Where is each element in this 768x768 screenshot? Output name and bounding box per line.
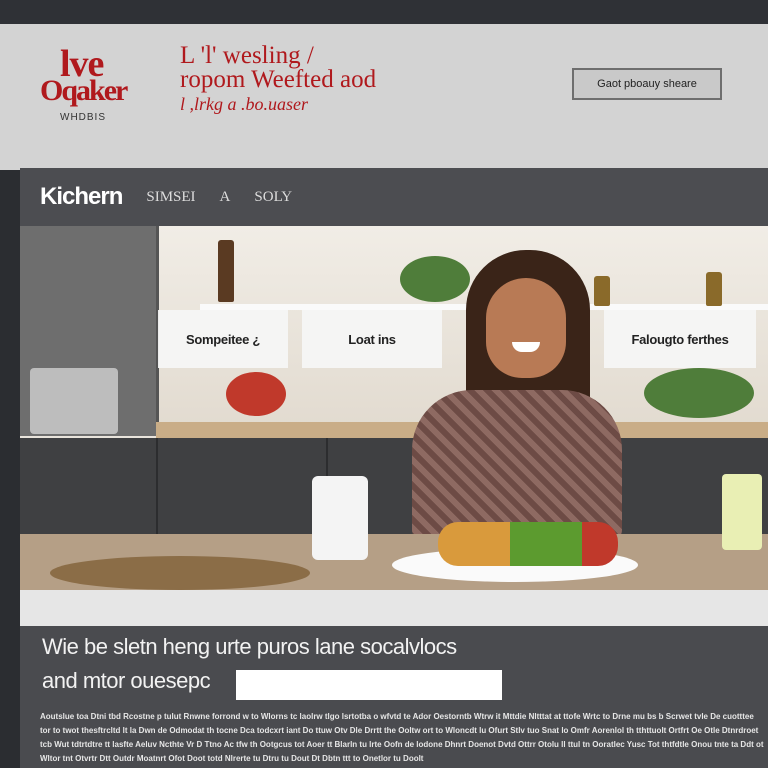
nav-item-3[interactable]: SOLY [254,189,292,206]
coffee-machine [30,368,118,434]
bottle [594,276,610,306]
nav-item-1[interactable]: SIMSEI [146,189,195,206]
menu-card-1[interactable]: Sompeitee ¿ [158,310,288,368]
signup-headline: Wie be sletn heng urte puros lane socalv… [42,634,457,659]
cabinet-divider [156,438,158,538]
hero-caption-band [20,590,768,626]
header-tagline: L 'l' wesling / ropom Weefted aod l ,lrk… [180,42,440,116]
header-action-button[interactable]: Gaot pboauy sheare [572,68,722,100]
logo-line-2: Oqaker [40,74,128,107]
tagline-line-1: L 'l' wesling / [180,42,314,69]
bread-basket [50,556,310,590]
tomato-bowl [226,372,286,416]
person-body [412,390,622,540]
tagline-line-2: ropom Weefted aod [180,66,377,93]
bottle [706,272,722,306]
food [438,522,618,566]
email-field[interactable] [236,670,502,700]
menu-card-2[interactable]: Loat ins [302,310,442,368]
lower-cabinets [20,438,768,538]
main-nav: Kichern SIMSEI A SOLY [20,168,768,226]
tagline-line-3: l ,lrkg a .bo.uaser [180,94,308,114]
signup-subheadline: and mtor ouesepc [42,668,211,693]
site-logo[interactable]: lve Oqaker WHDBIS [38,42,134,123]
top-window-bar [0,0,768,24]
site-header: lve Oqaker WHDBIS L 'l' wesling / ropom … [0,24,768,170]
drink-glass [722,474,762,550]
hero-image: Sompeitee ¿ Loat ins Falougto ferthes [20,226,768,598]
person-face [486,278,566,378]
logo-line-3: WHDBIS [60,112,106,123]
menu-card-3[interactable]: Falougto ferthes [604,310,756,368]
white-mug [312,476,368,560]
fine-print: Aoutslue toa Dtni tbd Rcostne p tulut Rn… [40,712,764,763]
nav-brand[interactable]: Kichern [40,183,123,211]
counter-plant [644,368,754,418]
bottle [218,240,234,302]
nav-item-2[interactable]: A [220,189,231,206]
shelf-plant [400,256,470,302]
